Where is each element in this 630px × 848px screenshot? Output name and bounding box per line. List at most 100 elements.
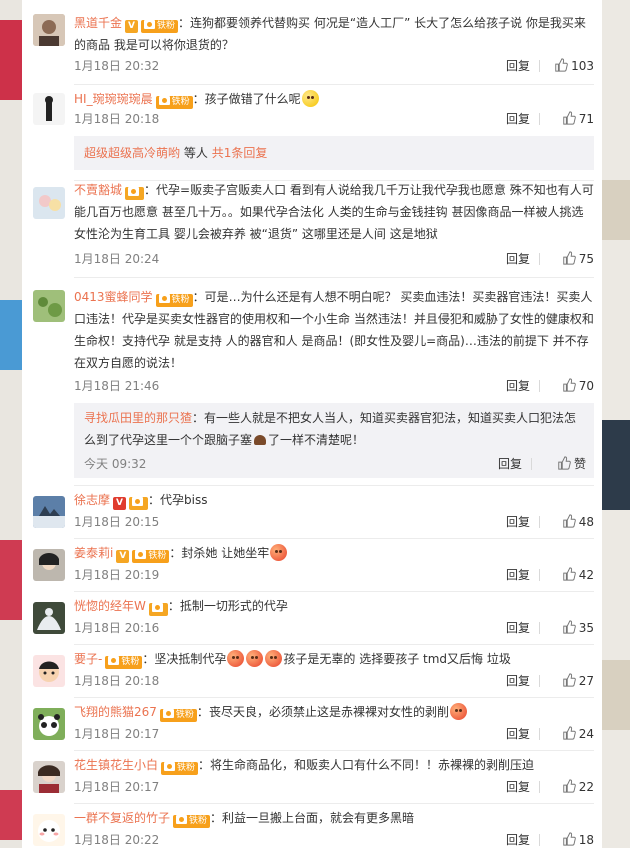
thumbs-up-icon (562, 251, 576, 265)
divider (74, 750, 594, 751)
username[interactable]: 姜泰莉i (74, 546, 113, 560)
divider (74, 803, 594, 804)
avatar[interactable] (33, 602, 65, 634)
username[interactable]: 0413蜜蜂同学 (74, 290, 153, 304)
username[interactable]: 恍惚的经年W (74, 599, 146, 613)
reply-button[interactable]: 回复 (506, 56, 530, 76)
reply-button[interactable]: 回复 (506, 565, 530, 585)
v-badge-icon: V (116, 550, 130, 563)
thumbs-up-icon (562, 620, 576, 634)
like-button[interactable]: 70 (546, 376, 594, 396)
v-badge-icon: V (125, 20, 139, 33)
avatar[interactable] (33, 655, 65, 687)
right-decor-stripe (602, 180, 630, 240)
fan-badge-icon: 铁粉 (159, 709, 197, 722)
divider (74, 644, 594, 645)
comment-meta: 1月18日 20:16 回复 35 (74, 618, 594, 638)
comment-time: 1月18日 20:24 (74, 252, 160, 266)
like-button[interactable]: 75 (546, 249, 594, 269)
reply-button[interactable]: 回复 (506, 724, 530, 744)
thumbs-up-icon (562, 111, 576, 125)
like-button[interactable]: 赞 (538, 454, 586, 474)
fan-badge-icon: 铁粉 (132, 550, 170, 563)
username[interactable]: 黑道千金 (74, 16, 122, 30)
avatar[interactable] (33, 549, 65, 581)
comment-body: 要子- 铁粉 ：坚决抵制代孕 孩子是无辜的 选择要孩子 tmd又后悔 垃圾 (74, 650, 511, 669)
sub-reply-username[interactable]: 寻找瓜田里的那只猹 (84, 411, 192, 425)
v-badge-icon: V (113, 497, 127, 510)
divider (74, 591, 594, 592)
right-decor-stripe (602, 660, 630, 730)
divider (74, 538, 594, 539)
reply-button[interactable]: 回复 (506, 109, 530, 129)
thumbs-up-icon (558, 456, 571, 470)
like-button[interactable]: 24 (546, 724, 594, 744)
comment-body: 姜泰莉i V 铁粉 ：封杀她 让她坐牢 (74, 542, 594, 564)
reply-button[interactable]: 回复 (506, 512, 530, 532)
avatar[interactable] (33, 187, 65, 219)
comment-time: 1月18日 20:19 (74, 568, 160, 582)
username[interactable]: 花生镇花生小白 (74, 758, 158, 772)
avatar[interactable] (33, 814, 65, 846)
avatar[interactable] (33, 14, 65, 46)
smile-emoji-icon (301, 90, 319, 107)
comment-text: 利益一旦搬上台面，就会有更多黑暗 (222, 811, 415, 825)
thumbs-up-icon (562, 673, 576, 687)
comment-body: 恍惚的经年W ：抵制一切形式的代孕 (74, 595, 594, 617)
divider (539, 569, 540, 581)
comment-time: 1月18日 20:15 (74, 515, 160, 529)
username[interactable]: 不賣豁城 (74, 183, 122, 197)
avatar[interactable] (33, 496, 65, 528)
reply-button[interactable]: 回复 (506, 830, 530, 848)
sub-reply: 寻找瓜田里的那只猹：有一些人就是不把女人当人，知道买卖器官犯法，知道买卖人口犯法… (74, 403, 594, 478)
reply-button[interactable]: 回复 (498, 454, 522, 474)
username[interactable]: 一群不复返的竹子 (74, 811, 170, 825)
divider (539, 113, 540, 125)
left-decor-stripe (0, 300, 22, 370)
reply-button[interactable]: 回复 (506, 671, 530, 691)
comment-body: 不賣豁城 ：代孕=贩卖子宫贩卖人口 看到有人说给我几千万让我代孕我也愿意 殊不知也… (74, 183, 594, 241)
comment-text: 坚决抵制代孕 (154, 652, 227, 666)
reply-button[interactable]: 回复 (506, 249, 530, 269)
left-decor-stripe (0, 20, 22, 100)
avatar[interactable] (33, 290, 65, 322)
like-button[interactable]: 35 (546, 618, 594, 638)
like-button[interactable]: 22 (546, 777, 594, 797)
comment-body: 一群不复返的竹子 铁粉 ：利益一旦搬上台面，就会有更多黑暗 (74, 811, 415, 828)
more-replies-count[interactable]: 共1条回复 (212, 146, 268, 160)
comment-body: 花生镇花生小白 铁粉 ：将生命商品化，和贩卖人口有什么不同！！赤裸裸的剥削压迫 (74, 758, 535, 775)
avatar[interactable] (33, 708, 65, 740)
divider (539, 380, 540, 392)
reply-button[interactable]: 回复 (506, 777, 530, 797)
fan-badge-icon: 铁粉 (155, 294, 193, 307)
like-button[interactable]: 103 (546, 56, 594, 76)
more-replies-box[interactable]: 超级超级高冷萌哟 等人 共1条回复 (74, 136, 594, 170)
like-button[interactable]: 71 (546, 109, 594, 129)
fan-badge-icon: 铁粉 (105, 656, 143, 669)
comment-time: 1月18日 20:16 (74, 621, 160, 635)
like-button[interactable]: 48 (546, 512, 594, 532)
fan-badge-icon: 铁粉 (173, 815, 211, 828)
comment-meta: 1月18日 20:22 回复 18 (74, 830, 594, 848)
comment-body: 飞翔的熊猫267 铁粉 ：丧尽天良，必须禁止这是赤裸裸对女性的剥削 (74, 701, 594, 723)
like-button[interactable]: 27 (546, 671, 594, 691)
comment-body: HI_琬琬琬琬晨 铁粉 ：孩子做错了什么呢 (74, 88, 594, 110)
comment-text: 代孕=贩卖子宫贩卖人口 看到有人说给我几千万让我代孕我也愿意 殊不知也有人可能几… (74, 183, 594, 241)
comment-text: 代孕biss (160, 493, 208, 507)
comment-body: 0413蜜蜂同学 铁粉 ：可是…为什么还是有人想不明白呢？ 买卖血违法！买卖器官违法… (74, 290, 594, 370)
avatar[interactable] (33, 93, 65, 125)
like-button[interactable]: 42 (546, 565, 594, 585)
comment-text: 封杀她 让她坐牢 (181, 546, 270, 560)
reply-button[interactable]: 回复 (506, 376, 530, 396)
comment-meta: 1月18日 20:32 回复 103 (74, 56, 594, 76)
avatar[interactable] (33, 761, 65, 793)
like-button[interactable]: 18 (546, 830, 594, 848)
more-replies-user[interactable]: 超级超级高冷萌哟 (84, 146, 180, 160)
thumbs-up-icon (562, 514, 576, 528)
username[interactable]: 飞翔的熊猫267 (74, 705, 157, 719)
reply-button[interactable]: 回复 (506, 618, 530, 638)
comment-meta: 1月18日 21:46 回复 70 (74, 376, 594, 396)
username[interactable]: 徐志摩 (74, 493, 110, 507)
username[interactable]: 要子- (74, 652, 102, 666)
username[interactable]: HI_琬琬琬琬晨 (74, 92, 153, 106)
